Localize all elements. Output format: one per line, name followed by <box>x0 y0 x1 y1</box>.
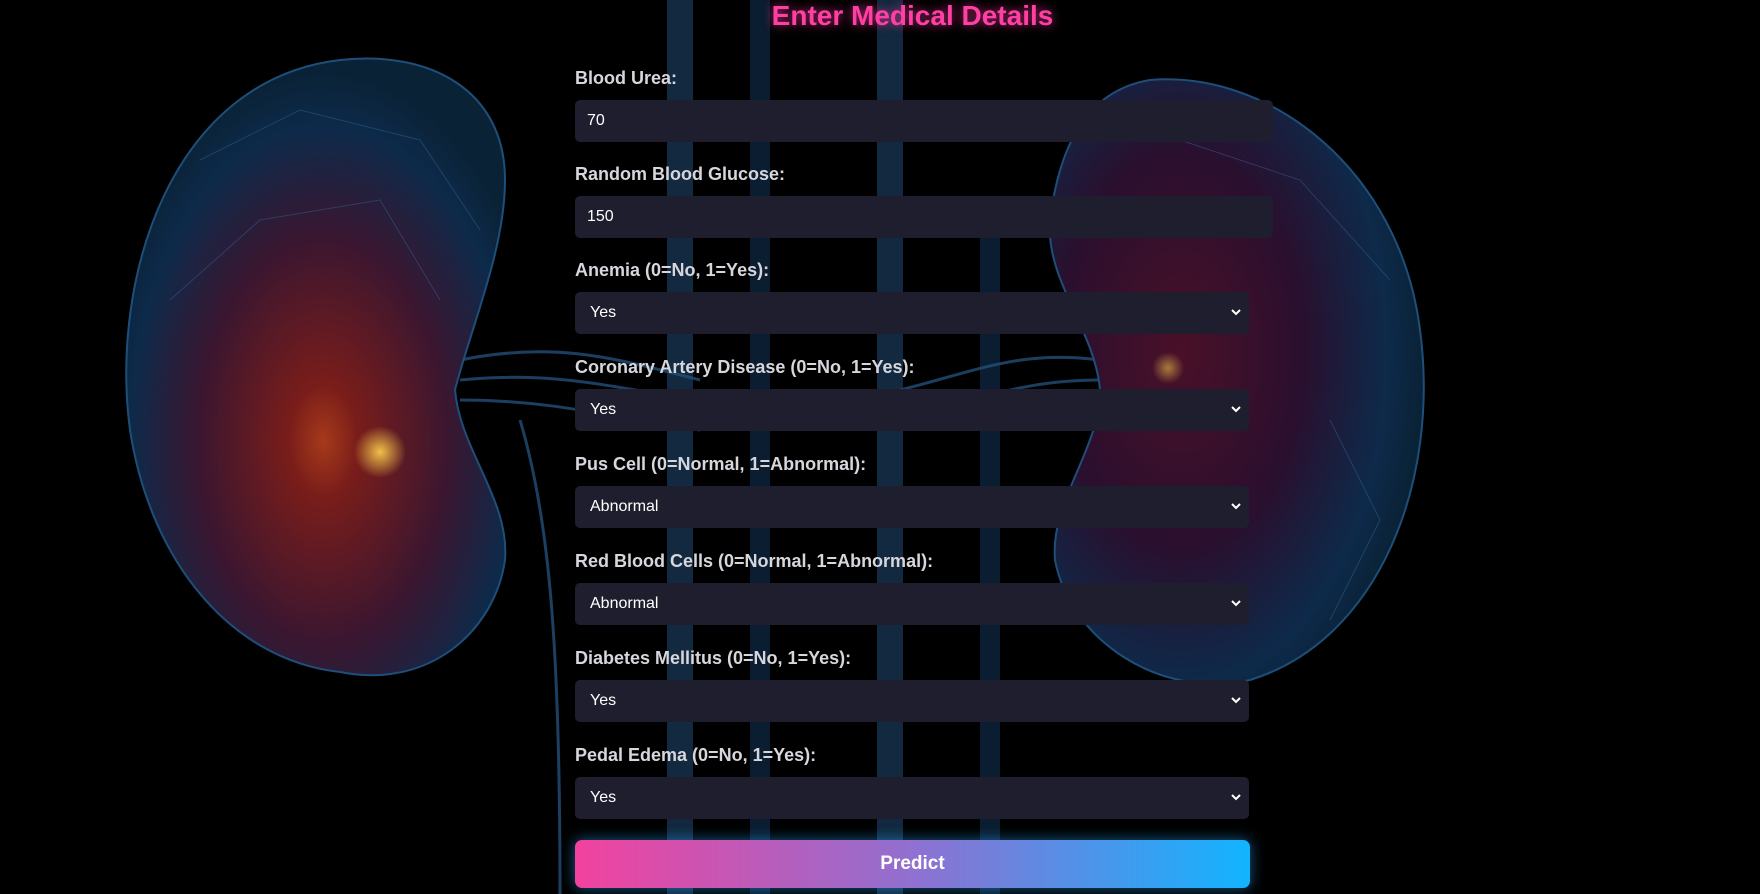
anemia-select[interactable]: Yes <box>575 292 1249 334</box>
chevron-down-icon <box>1231 309 1241 316</box>
random-blood-glucose-input[interactable]: 150 <box>575 196 1273 238</box>
pedal-edema-label: Pedal Edema (0=No, 1=Yes): <box>575 745 817 765</box>
blood-urea-value: 70 <box>587 112 605 129</box>
chevron-down-icon <box>1231 697 1241 704</box>
predict-button[interactable]: Predict <box>575 840 1250 888</box>
coronary-artery-disease-selected-value: Yes <box>590 401 617 418</box>
anemia-label: Anemia (0=No, 1=Yes): <box>575 260 770 280</box>
diabetes-mellitus-select[interactable]: Yes <box>575 680 1249 722</box>
coronary-artery-disease-select[interactable]: Yes <box>575 389 1249 431</box>
pedal-edema-select[interactable]: Yes <box>575 777 1249 819</box>
chevron-down-icon <box>1231 600 1241 607</box>
blood-urea-input[interactable]: 70 <box>575 100 1273 142</box>
pus-cell-label: Pus Cell (0=Normal, 1=Abnormal): <box>575 454 867 474</box>
blood-urea-label: Blood Urea: <box>575 68 678 88</box>
red-blood-cells-select[interactable]: Abnormal <box>575 583 1249 625</box>
page-title: Enter Medical Details <box>771 0 1054 31</box>
random-blood-glucose-value: 150 <box>587 208 614 225</box>
pus-cell-select[interactable]: Abnormal <box>575 486 1249 528</box>
red-blood-cells-label: Red Blood Cells (0=Normal, 1=Abnormal): <box>575 551 934 571</box>
diabetes-mellitus-label: Diabetes Mellitus (0=No, 1=Yes): <box>575 648 852 668</box>
red-blood-cells-selected-value: Abnormal <box>590 595 659 612</box>
chevron-down-icon <box>1231 794 1241 801</box>
pus-cell-selected-value: Abnormal <box>590 498 659 515</box>
chevron-down-icon <box>1231 503 1241 510</box>
anemia-selected-value: Yes <box>590 304 617 321</box>
random-blood-glucose-label: Random Blood Glucose: <box>575 164 786 184</box>
coronary-artery-disease-label: Coronary Artery Disease (0=No, 1=Yes): <box>575 357 915 377</box>
diabetes-mellitus-selected-value: Yes <box>590 692 617 709</box>
chevron-down-icon <box>1231 406 1241 413</box>
pedal-edema-selected-value: Yes <box>590 789 617 806</box>
